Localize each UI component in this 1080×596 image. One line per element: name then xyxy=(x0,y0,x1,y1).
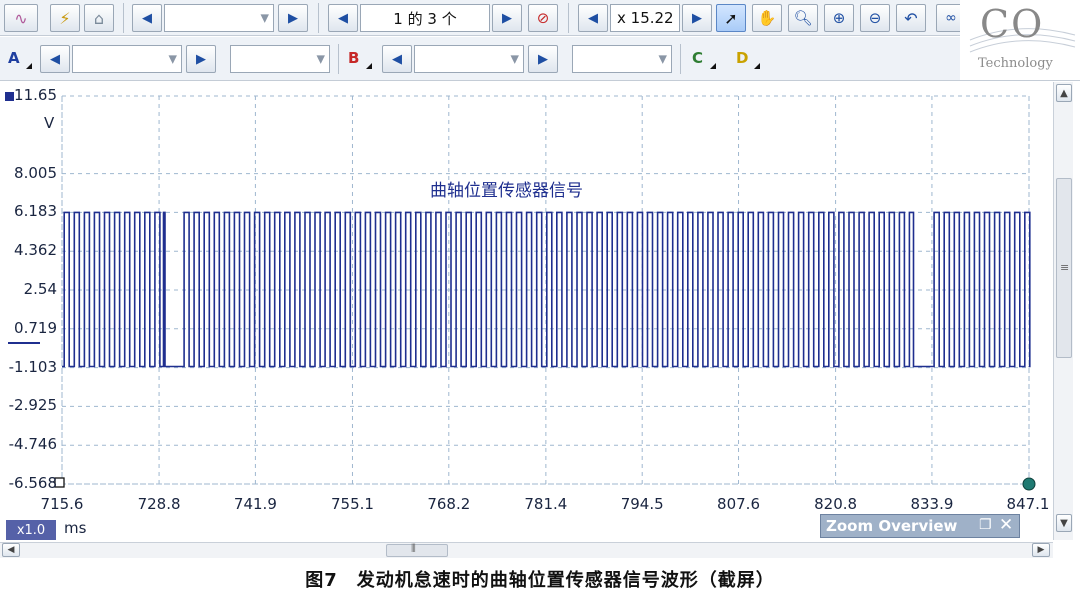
restore-icon[interactable]: ❐ xyxy=(979,517,992,533)
grip-icon: ⦀ xyxy=(411,542,416,555)
x-tick-label: 741.9 xyxy=(233,495,277,513)
signal-annotation: 曲轴位置传感器信号 xyxy=(430,181,583,201)
zoom-overview-panel[interactable]: Zoom Overview ❐ ✕ xyxy=(820,514,1020,538)
chevron-right-icon: ▶ xyxy=(1037,545,1045,555)
y-tick-label: 8.005 xyxy=(14,163,57,182)
x-tick-label: 820.8 xyxy=(814,495,858,513)
y-tick-label: -6.568 xyxy=(8,474,57,492)
y-tick-label: -2.925 xyxy=(8,396,57,415)
x-tick-label: 781.4 xyxy=(524,495,568,513)
chevron-up-icon: ▲ xyxy=(1060,87,1068,99)
figure-caption: 图7 发动机怠速时的曲轴位置传感器信号波形（截屏） xyxy=(305,570,775,591)
y-tick-label: -4.746 xyxy=(8,435,57,454)
x-tick-label: 807.6 xyxy=(717,495,761,513)
scroll-right-button[interactable]: ▶ xyxy=(1032,543,1050,557)
horizontal-scrollbar[interactable]: ◀ ⦀ ▶ xyxy=(0,542,1053,558)
x-tick-label: 755.1 xyxy=(330,495,374,513)
x-tick-label: 847.1 xyxy=(1006,495,1050,513)
y-tick-label: 0.719 xyxy=(14,318,57,337)
x-tick-label: 728.8 xyxy=(137,495,181,513)
y-tick-label: -1.103 xyxy=(8,357,57,376)
x-tick-label: 833.9 xyxy=(910,495,954,513)
horizontal-scroll-thumb[interactable]: ⦀ xyxy=(386,542,448,557)
grip-icon: ≡ xyxy=(1060,261,1070,274)
vertical-scroll-thumb[interactable]: ≡ xyxy=(1056,178,1072,358)
zoom-overview-title: Zoom Overview xyxy=(826,517,958,535)
chevron-left-icon: ◀ xyxy=(7,545,15,555)
x-tick-label: 768.2 xyxy=(427,495,471,513)
y-axis-unit: V xyxy=(44,114,55,132)
waveform-plot[interactable] xyxy=(0,0,1053,560)
chevron-down-icon: ▼ xyxy=(1060,517,1068,529)
time-unit-label: ms xyxy=(64,519,87,537)
y-tick-label: 4.362 xyxy=(14,241,57,260)
time-scale-text: x1.0 xyxy=(16,522,46,538)
x-tick-label: 794.5 xyxy=(620,495,664,513)
y-tick-label: 6.183 xyxy=(14,202,57,221)
vertical-scrollbar[interactable]: ▲ ≡ ▼ xyxy=(1053,82,1073,540)
scroll-left-button[interactable]: ◀ xyxy=(2,543,20,557)
x-tick-label: 715.6 xyxy=(40,495,84,513)
scroll-down-button[interactable]: ▼ xyxy=(1056,514,1072,532)
y-tick-label: 2.54 xyxy=(23,280,57,299)
scroll-up-button[interactable]: ▲ xyxy=(1056,84,1072,102)
y-tick-label: 11.65 xyxy=(14,86,57,104)
close-icon[interactable]: ✕ xyxy=(999,515,1013,535)
time-scale-badge[interactable]: x1.0 xyxy=(6,520,56,540)
ruler-handle[interactable] xyxy=(1022,477,1036,491)
